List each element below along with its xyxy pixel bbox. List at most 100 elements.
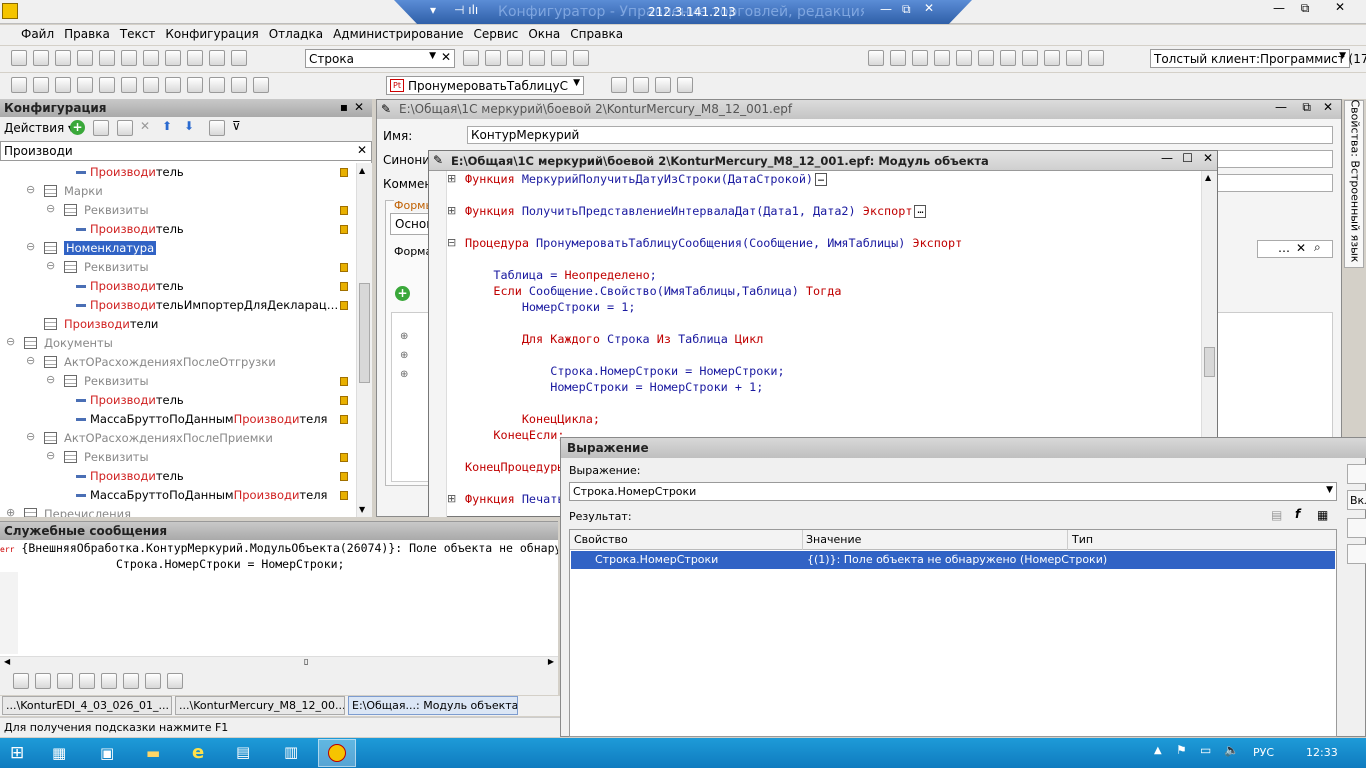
comment-icon[interactable]	[209, 77, 225, 93]
tree-icon[interactable]	[1066, 50, 1082, 66]
tree-expand-icon[interactable]: ⊖	[26, 183, 35, 196]
print-preview-icon[interactable]	[165, 50, 181, 66]
code-line[interactable]: НомерСтроки = НомерСтроки + 1;	[447, 380, 1197, 396]
tree-item[interactable]: ⊖ АктОРасхожденияхПослеОтгрузки	[0, 353, 356, 372]
menu-item-configuration[interactable]: Конфигурация	[160, 25, 263, 45]
epf-restore-icon[interactable]: ⧉	[1302, 100, 1311, 115]
tray-expand-icon[interactable]: ▲	[1154, 745, 1162, 756]
search-combo[interactable]: Строка ▼ ✕	[305, 49, 455, 68]
messages-hscroll[interactable]: ◀ ▯ ▶	[0, 656, 558, 670]
result-calc-icon[interactable]: ▤	[1271, 508, 1282, 522]
breakpoint-toggle-icon[interactable]	[611, 77, 627, 93]
tree-item[interactable]: ⊖ Документы	[0, 334, 356, 353]
chevron-down-icon[interactable]: ▼	[573, 78, 580, 88]
timer-icon[interactable]	[1088, 50, 1104, 66]
save-icon[interactable]	[55, 50, 71, 66]
epf-name-field[interactable]: КонтурМеркурий	[467, 126, 1333, 144]
tree-expand-icon[interactable]: ⊖	[46, 259, 55, 272]
undo-icon[interactable]	[187, 50, 203, 66]
add-icon[interactable]: +	[70, 120, 85, 135]
flag-next-icon[interactable]	[35, 673, 51, 689]
move-up-icon[interactable]: ⬆	[162, 119, 172, 133]
tree-item[interactable]: Производители	[0, 315, 356, 334]
module-maximize-icon[interactable]: ☐	[1182, 151, 1193, 165]
tree-expand-icon[interactable]: ⊖	[46, 373, 55, 386]
chevron-down-icon[interactable]: ▼	[429, 51, 436, 61]
expression-input[interactable]: Строка.НомерСтроки ▼	[569, 482, 1337, 501]
debug-run-icon[interactable]	[121, 77, 137, 93]
flag-prev-icon[interactable]	[57, 673, 73, 689]
breakpoint-list-icon[interactable]	[633, 77, 649, 93]
window-close-button[interactable]: ✕	[1322, 0, 1358, 20]
client-mode-select[interactable]: Толстый клиент:Программист (176 ▼	[1150, 49, 1366, 68]
tree-item[interactable]: Производитель	[0, 391, 356, 410]
stack-icon[interactable]	[1000, 50, 1016, 66]
info-icon[interactable]	[573, 50, 589, 66]
module-minimize-icon[interactable]: —	[1161, 151, 1173, 165]
config-open-icon[interactable]	[11, 77, 27, 93]
procedure-combo[interactable]: Pt ПронумероватьТаблицуСообще ▼	[386, 76, 584, 95]
taskbar-ie-icon[interactable]: e	[192, 742, 204, 763]
code-line[interactable]: ⊞ Функция ПолучитьПредставлениеИнтервалаД…	[447, 204, 1197, 220]
dialog-side-button-1[interactable]	[1347, 464, 1366, 484]
tree-item[interactable]: МассаБруттоПоДаннымПроизводителя	[0, 486, 356, 505]
code-line[interactable]: Для Каждого Строка Из Таблица Цикл	[447, 332, 1197, 348]
code-line[interactable]	[447, 396, 1197, 412]
module-close-icon[interactable]: ✕	[1203, 151, 1213, 165]
fold-icon[interactable]: ⊞	[447, 492, 456, 505]
code-line[interactable]: ⊞ Функция МеркурийПолучитьДатуИзСтроки(Да…	[447, 172, 1197, 188]
clear-icon[interactable]: ✕	[1296, 241, 1306, 255]
rdp-close-icon[interactable]: ✕	[924, 1, 934, 15]
clear-filter-icon[interactable]: ✕	[357, 143, 367, 157]
window-icon[interactable]	[507, 50, 523, 66]
tree-item[interactable]: ⊖ Реквизиты	[0, 448, 356, 467]
step-over-icon[interactable]	[890, 50, 906, 66]
window-restore-button[interactable]: ⧉	[1294, 1, 1316, 21]
tray-volume-icon[interactable]: 🔈	[1224, 743, 1239, 757]
rdp-restore-icon[interactable]: ⧉	[902, 2, 911, 17]
new-file-icon[interactable]	[11, 50, 27, 66]
flag-icon[interactable]	[13, 673, 29, 689]
tree-item[interactable]: ПроизводительИмпортерДляДекларацийЕГАИС	[0, 296, 356, 315]
epf-add-icon[interactable]: +	[395, 286, 410, 301]
breakpoint-icon[interactable]	[956, 50, 972, 66]
open-file-icon[interactable]	[33, 50, 49, 66]
tree-item[interactable]: ⊖ Реквизиты	[0, 201, 356, 220]
tree-item[interactable]: Производитель	[0, 467, 356, 486]
taskbar-save-icon[interactable]: ▤	[236, 743, 250, 761]
tree-item[interactable]: ⊖ Марки	[0, 182, 356, 201]
select-icon[interactable]: …	[1278, 241, 1290, 255]
tree-expand-icon[interactable]: ⊖	[46, 449, 55, 462]
delete-icon[interactable]: ✕	[140, 119, 150, 133]
menu-item-edit[interactable]: Правка	[59, 25, 115, 45]
column-property[interactable]: Свойство	[574, 533, 628, 546]
menu-item-text[interactable]: Текст	[115, 25, 161, 45]
code-line[interactable]	[447, 316, 1197, 332]
taskbar-clock[interactable]: 12:33	[1306, 746, 1338, 759]
window-tab-kontur-edi[interactable]: ...\KonturEDI_4_03_026_01_...	[2, 696, 172, 715]
edit-icon[interactable]	[93, 120, 109, 136]
watch-icon[interactable]	[1044, 50, 1060, 66]
code-line[interactable]: ⇨ Строка.НомерСтроки = НомерСтроки;	[447, 364, 1197, 380]
menu-item-file[interactable]: Файл	[16, 25, 59, 45]
search-icon[interactable]	[231, 50, 247, 66]
menu-item-administration[interactable]: Администрирование	[328, 25, 468, 45]
sort-icon[interactable]	[209, 120, 225, 136]
debug-server-icon[interactable]	[165, 77, 181, 93]
paste-icon[interactable]	[121, 50, 137, 66]
config-close-icon[interactable]	[33, 77, 49, 93]
taskbar-explorer-icon[interactable]: ▦	[52, 744, 66, 762]
collapsed-block-icon[interactable]: …	[914, 205, 927, 218]
filter-icon[interactable]: ⊽	[232, 119, 241, 133]
code-line[interactable]	[447, 252, 1197, 268]
window-tab-kontur-mercury[interactable]: ...\KonturMercury_M8_12_00...	[175, 696, 345, 715]
tray-flag-icon[interactable]: ⚑	[1176, 743, 1187, 757]
table-icon[interactable]	[1022, 50, 1038, 66]
tools-icon[interactable]	[529, 50, 545, 66]
start-button-icon[interactable]: ⊞	[10, 743, 24, 763]
dialog-side-button-4[interactable]	[1347, 544, 1366, 564]
tree-expand-icon[interactable]: ⊖	[6, 335, 15, 348]
indent-left-icon[interactable]	[145, 673, 161, 689]
indent-right-icon[interactable]	[123, 673, 139, 689]
breakpoint-disable-icon[interactable]	[655, 77, 671, 93]
